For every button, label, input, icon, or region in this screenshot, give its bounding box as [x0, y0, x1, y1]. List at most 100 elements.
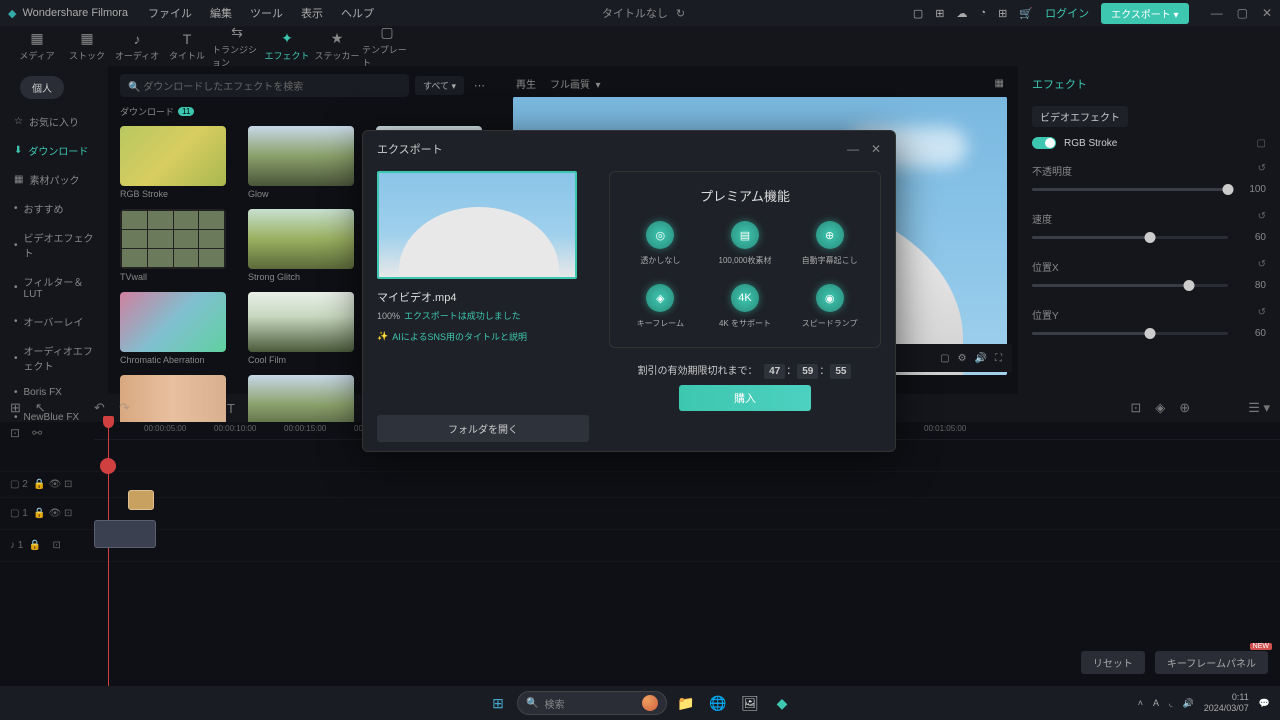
tl-link-icon[interactable]: ⚯: [32, 426, 42, 440]
explorer-icon[interactable]: 📁: [673, 690, 699, 716]
buy-button[interactable]: 購入: [679, 385, 811, 411]
wifi-icon[interactable]: ◟: [1169, 698, 1173, 709]
ruler-mark: 00:01:05:00: [924, 424, 966, 433]
cart-icon[interactable]: 🛒: [1019, 7, 1033, 20]
tooltab-メディア[interactable]: ▦メディア: [12, 26, 62, 66]
tooltab-エフェクト[interactable]: ✦エフェクト: [262, 26, 312, 66]
slider-track[interactable]: [1032, 188, 1228, 191]
login-link[interactable]: ログイン: [1045, 5, 1089, 21]
list-icon[interactable]: ☰ ▾: [1248, 400, 1270, 416]
filmora-taskbar-icon[interactable]: ◆: [769, 690, 795, 716]
tl-snap-icon[interactable]: ⊡: [10, 426, 20, 440]
menu-edit[interactable]: 編集: [210, 5, 232, 21]
modal-close-button[interactable]: ✕: [871, 142, 881, 156]
video-clip[interactable]: [94, 520, 156, 548]
track-header-fx[interactable]: ▢ 2 🔒 👁 ⊡: [0, 479, 94, 490]
bell-icon[interactable]: ◔: [980, 7, 987, 19]
tooltab-ストック[interactable]: ▦ストック: [62, 26, 112, 66]
minimize-button[interactable]: —: [1211, 6, 1223, 20]
menu-view[interactable]: 表示: [301, 5, 323, 21]
timeline[interactable]: ⊡ ⚯ 00:00:05:0000:00:10:0000:00:15:0000:…: [0, 422, 1280, 720]
premium-title: プレミアム機能: [620, 186, 870, 205]
tooltab-ステッカー[interactable]: ★ステッカー: [312, 26, 362, 66]
effect-name: RGB Stroke: [1064, 138, 1117, 149]
more-icon[interactable]: ⋯: [470, 79, 490, 92]
sidebar-item[interactable]: •フィルター＆LUT: [0, 267, 108, 307]
notifications-icon[interactable]: 💬: [1259, 698, 1270, 709]
track-header-video[interactable]: ▢ 1 🔒 👁 ⊡: [0, 508, 94, 519]
settings-icon[interactable]: ⚙: [958, 353, 967, 364]
keyframe-marker[interactable]: [100, 458, 116, 474]
effect-toggle[interactable]: [1032, 137, 1056, 149]
apps-icon[interactable]: ⊞: [998, 7, 1007, 20]
keyframe-panel-button[interactable]: キーフレームパネル NEW: [1155, 651, 1268, 674]
tooltab-テンプレート[interactable]: ▢テンプレート: [362, 26, 412, 66]
sidebar-item[interactable]: ⬇ダウンロード: [0, 136, 108, 165]
marker-icon[interactable]: ◈: [1155, 400, 1165, 416]
tooltab-オーディオ[interactable]: ♪オーディオ: [112, 26, 162, 66]
screen-icon[interactable]: ▢: [913, 7, 923, 20]
monitor-icon[interactable]: ⊞: [935, 7, 944, 20]
sidebar-item[interactable]: ☆お気に入り: [0, 107, 108, 136]
menu-help[interactable]: ヘルプ: [341, 5, 374, 21]
track-header-audio[interactable]: ♪ 1 🔒 ⊡: [0, 540, 94, 551]
sidebar-item[interactable]: •ビデオエフェクト: [0, 223, 108, 267]
sidebar-item[interactable]: •おすすめ: [0, 194, 108, 223]
mixer-icon[interactable]: ⊡: [1130, 400, 1141, 416]
effect-item[interactable]: TVwall: [120, 209, 234, 282]
ai-suggestion-link[interactable]: ✨ AIによるSNS用のタイトルと説明: [377, 330, 589, 343]
menu-tools[interactable]: ツール: [250, 5, 283, 21]
slider-reset-icon[interactable]: ↺: [1258, 163, 1266, 178]
effect-item[interactable]: Glow: [248, 126, 362, 199]
expand-icon[interactable]: ▢: [1257, 138, 1266, 149]
snapshot-icon[interactable]: ▦: [995, 78, 1004, 89]
slider-reset-icon[interactable]: ↺: [1258, 307, 1266, 322]
menu-file[interactable]: ファイル: [148, 5, 192, 21]
maximize-button[interactable]: ▢: [1237, 6, 1248, 20]
effect-item[interactable]: Chromatic Aberration: [120, 292, 234, 365]
undo-button[interactable]: ↶: [94, 400, 105, 416]
tray-chevron-icon[interactable]: ˄: [1138, 698, 1143, 708]
slider-group: 速度↺60: [1032, 211, 1266, 243]
slider-reset-icon[interactable]: ↺: [1258, 211, 1266, 226]
effect-item[interactable]: Cool Film: [248, 292, 362, 365]
adjust-icon[interactable]: ⊞: [10, 400, 21, 416]
modal-minimize-button[interactable]: —: [847, 142, 859, 156]
tooltab-タイトル[interactable]: Tタイトル: [162, 26, 212, 66]
effect-item[interactable]: RGB Stroke: [120, 126, 234, 199]
history-icon[interactable]: ↻: [676, 7, 685, 20]
crop-icon[interactable]: ▢: [940, 353, 949, 364]
cloud-icon[interactable]: ☁: [957, 7, 968, 20]
ime-icon[interactable]: A: [1153, 698, 1159, 708]
close-button[interactable]: ✕: [1262, 6, 1272, 20]
search-input[interactable]: 🔍 ダウンロードしたエフェクトを検索: [120, 74, 409, 97]
chrome-icon[interactable]: 🌐: [705, 690, 731, 716]
reset-button[interactable]: リセット: [1081, 651, 1145, 674]
start-button[interactable]: ⊞: [485, 690, 511, 716]
redo-button[interactable]: ↷: [119, 400, 130, 416]
properties-category[interactable]: ビデオエフェクト: [1032, 106, 1128, 127]
effect-clip[interactable]: [128, 490, 154, 510]
export-button[interactable]: エクスポート ▾: [1101, 3, 1189, 24]
photos-icon[interactable]: 🖼: [737, 690, 763, 716]
open-folder-button[interactable]: フォルダを開く: [377, 415, 589, 442]
slider-reset-icon[interactable]: ↺: [1258, 259, 1266, 274]
effect-item[interactable]: Strong Glitch: [248, 209, 362, 282]
quality-dropdown[interactable]: フル画質 ▾: [550, 76, 601, 91]
volume-tray-icon[interactable]: 🔊: [1183, 698, 1194, 709]
volume-icon[interactable]: 🔊: [975, 353, 987, 364]
sidebar-item[interactable]: ▦素材パック: [0, 165, 108, 194]
clock[interactable]: 0:11 2024/03/07: [1204, 692, 1249, 714]
sidebar-pill[interactable]: 個人: [20, 76, 64, 99]
slider-track[interactable]: [1032, 332, 1228, 335]
slider-track[interactable]: [1032, 284, 1228, 287]
pointer-icon[interactable]: ↖: [35, 400, 46, 416]
add-track-button[interactable]: ⊕: [1179, 400, 1190, 416]
tooltab-トランジション[interactable]: ⇆トランジション: [212, 26, 262, 66]
sidebar-item[interactable]: •オーバーレイ: [0, 307, 108, 336]
filter-button[interactable]: すべて ▾: [415, 76, 464, 95]
taskbar-search[interactable]: 🔍 検索: [517, 691, 667, 715]
slider-track[interactable]: [1032, 236, 1228, 239]
fullscreen-icon[interactable]: ⛶: [995, 353, 1002, 364]
sidebar-item[interactable]: •オーディオエフェクト: [0, 336, 108, 380]
